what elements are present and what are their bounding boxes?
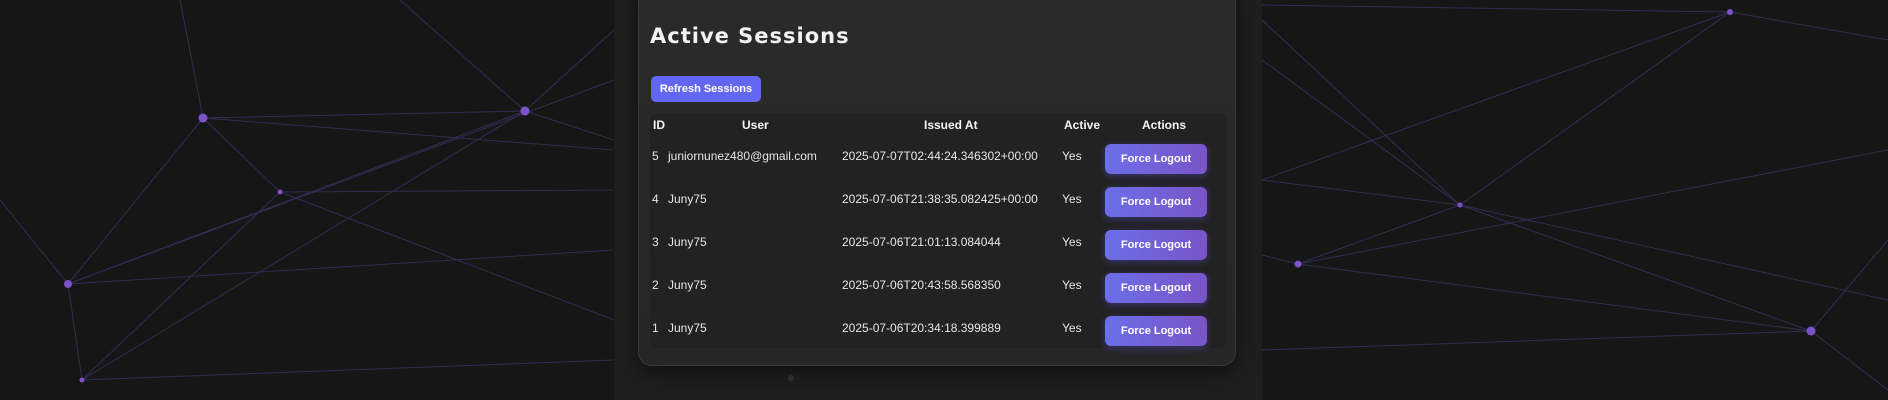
column-header-actions: Actions: [1142, 118, 1187, 132]
session-issued-at: 2025-07-06T21:01:13.084044: [842, 235, 1001, 249]
refresh-sessions-button[interactable]: Refresh Sessions: [651, 76, 761, 102]
session-user: juniornunez480@gmail.com: [668, 149, 817, 163]
session-active: Yes: [1062, 321, 1082, 335]
decorative-dot: [788, 375, 794, 381]
session-issued-at: 2025-07-06T20:34:18.399889: [842, 321, 1001, 335]
session-issued-at: 2025-07-06T21:38:35.082425+00:00: [842, 192, 1038, 206]
session-issued-at: 2025-07-06T20:43:58.568350: [842, 278, 1001, 292]
session-user: Juny75: [668, 321, 707, 335]
table-row: 5 juniornunez480@gmail.com 2025-07-07T02…: [650, 139, 1227, 181]
session-user: Juny75: [668, 235, 707, 249]
session-active: Yes: [1062, 278, 1082, 292]
column-header-active: Active: [1064, 118, 1101, 132]
table-row: 4 Juny75 2025-07-06T21:38:35.082425+00:0…: [650, 182, 1227, 224]
column-header-issued-at: Issued At: [924, 118, 978, 132]
session-id: 2: [652, 278, 659, 292]
column-header-id: ID: [653, 118, 665, 132]
force-logout-button[interactable]: Force Logout: [1105, 230, 1207, 260]
session-active: Yes: [1062, 235, 1082, 249]
column-header-user: User: [742, 118, 769, 132]
session-user: Juny75: [668, 278, 707, 292]
page-title: Active Sessions: [650, 24, 850, 48]
force-logout-button[interactable]: Force Logout: [1105, 273, 1207, 303]
force-logout-button[interactable]: Force Logout: [1105, 316, 1207, 346]
session-id: 4: [652, 192, 659, 206]
session-issued-at: 2025-07-07T02:44:24.346302+00:00: [842, 149, 1038, 163]
session-id: 5: [652, 149, 659, 163]
session-id: 3: [652, 235, 659, 249]
session-active: Yes: [1062, 192, 1082, 206]
session-active: Yes: [1062, 149, 1082, 163]
session-id: 1: [652, 321, 659, 335]
force-logout-button[interactable]: Force Logout: [1105, 144, 1207, 174]
force-logout-button[interactable]: Force Logout: [1105, 187, 1207, 217]
table-row: 1 Juny75 2025-07-06T20:34:18.399889 Yes …: [650, 311, 1227, 353]
table-row: 3 Juny75 2025-07-06T21:01:13.084044 Yes …: [650, 225, 1227, 267]
session-user: Juny75: [668, 192, 707, 206]
table-row: 2 Juny75 2025-07-06T20:43:58.568350 Yes …: [650, 268, 1227, 310]
